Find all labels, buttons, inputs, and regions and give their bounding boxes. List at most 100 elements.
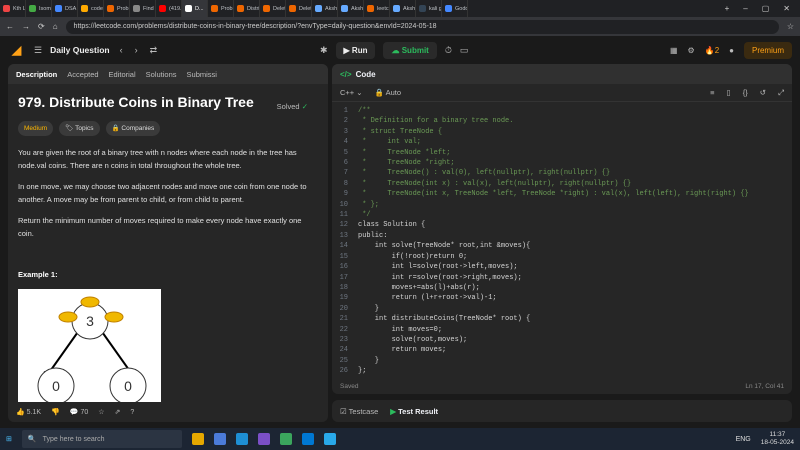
debug-icon[interactable]: ✱: [320, 45, 328, 56]
close-icon[interactable]: ✕: [783, 4, 790, 13]
code-line[interactable]: 7 * TreeNode() : val(0), left(nullptr), …: [332, 168, 792, 178]
comments-button[interactable]: 💬 70: [70, 408, 88, 416]
tab-editorial[interactable]: Editorial: [109, 70, 136, 79]
code-line[interactable]: 20 }: [332, 304, 792, 314]
shuffle-icon[interactable]: ⇄: [150, 45, 158, 56]
language-indicator[interactable]: ENG: [736, 436, 751, 443]
code-line[interactable]: 13 public:: [332, 231, 792, 241]
tab-test-result[interactable]: ▶ Test Result: [390, 407, 438, 416]
explorer-icon[interactable]: [191, 433, 204, 445]
tab-submissions[interactable]: Submissi: [187, 70, 217, 79]
code-line[interactable]: 11 */: [332, 210, 792, 220]
code-line[interactable]: 26};: [332, 366, 792, 376]
minimize-icon[interactable]: –: [743, 4, 747, 13]
browser-tab[interactable]: Find ...: [130, 0, 156, 17]
daily-question-link[interactable]: Daily Question: [50, 45, 110, 55]
vscode-icon[interactable]: [301, 433, 314, 445]
code-line[interactable]: 25 }: [332, 356, 792, 366]
leetcode-logo-icon[interactable]: ◢: [12, 43, 24, 57]
code-line[interactable]: 17 int r=solve(root->right,moves);: [332, 273, 792, 283]
windows-start-icon[interactable]: ⊞: [6, 435, 12, 443]
like-button[interactable]: 👍 5.1K: [16, 408, 41, 416]
telegram-icon[interactable]: [323, 433, 336, 445]
browser-tab[interactable]: (419...: [156, 0, 182, 17]
dislike-icon[interactable]: 👎: [51, 408, 60, 416]
code-line[interactable]: 23 solve(root,moves);: [332, 335, 792, 345]
code-line[interactable]: 14 int solve(TreeNode* root,int &moves){: [332, 241, 792, 251]
code-line[interactable]: 9 * TreeNode(int x, TreeNode *left, Tree…: [332, 189, 792, 199]
topics-tag[interactable]: 🏷 Topics: [59, 121, 100, 136]
premium-button[interactable]: Premium: [743, 41, 792, 59]
code-line[interactable]: 16 int l=solve(root->left,moves);: [332, 262, 792, 272]
code-line[interactable]: 10 * };: [332, 200, 792, 210]
browser-tab[interactable]: leetc...: [364, 0, 390, 17]
star-icon[interactable]: ☆: [787, 22, 794, 31]
browser-tab[interactable]: Probl...: [208, 0, 234, 17]
reload-icon[interactable]: ⟳: [38, 22, 45, 31]
code-line[interactable]: 3 * struct TreeNode {: [332, 127, 792, 137]
code-line[interactable]: 6 * TreeNode *right;: [332, 158, 792, 168]
list-icon[interactable]: ☰: [34, 45, 42, 56]
code-line[interactable]: 2 * Definition for a binary tree node.: [332, 116, 792, 126]
tab-accepted[interactable]: Accepted: [67, 70, 98, 79]
code-line[interactable]: 4 * int val;: [332, 137, 792, 147]
tab-testcase[interactable]: ☑ Testcase: [340, 407, 378, 416]
run-button[interactable]: ▶ Run: [335, 41, 376, 59]
bookmark-icon[interactable]: ▯: [727, 88, 731, 97]
clock[interactable]: 11:37 18-05-2024: [761, 431, 794, 447]
new-tab-icon[interactable]: +: [725, 4, 730, 13]
prev-problem-icon[interactable]: ‹: [120, 45, 123, 56]
code-line[interactable]: 5 * TreeNode *left;: [332, 148, 792, 158]
code-line[interactable]: 19 return (l+r+root->val)-1;: [332, 293, 792, 303]
browser-tab[interactable]: Aksh...: [312, 0, 338, 17]
layout-icon[interactable]: ▦: [670, 46, 678, 55]
tab-solutions[interactable]: Solutions: [146, 70, 177, 79]
streak-icon[interactable]: 🔥2: [705, 46, 719, 55]
chrome-icon[interactable]: [279, 433, 292, 445]
code-line[interactable]: 18 moves+=abs(l)+abs(r);: [332, 283, 792, 293]
code-line[interactable]: 1 /**: [332, 106, 792, 116]
timer-icon[interactable]: ⏱: [445, 45, 452, 56]
browser-tab[interactable]: Probl...: [104, 0, 130, 17]
code-line[interactable]: 21 int distributeCoins(TreeNode* root) {: [332, 314, 792, 324]
code-line[interactable]: 22 int moves=0;: [332, 325, 792, 335]
next-problem-icon[interactable]: ›: [135, 45, 138, 56]
browser-tab[interactable]: Aksh...: [390, 0, 416, 17]
browser-tab[interactable]: Godd...: [442, 0, 468, 17]
favorite-icon[interactable]: ☆: [98, 408, 104, 416]
vs-icon[interactable]: [257, 433, 270, 445]
code-editor[interactable]: 1/** 2 * Definition for a binary tree nod…: [332, 102, 792, 377]
help-icon[interactable]: ?: [130, 409, 134, 416]
format-icon[interactable]: ≡: [710, 88, 714, 97]
maximize-icon[interactable]: ▢: [762, 4, 770, 13]
edge-icon[interactable]: [235, 433, 248, 445]
notes-icon[interactable]: ▭: [460, 45, 469, 56]
reset-icon[interactable]: ↺: [760, 88, 766, 97]
browser-tab[interactable]: Delet...: [260, 0, 286, 17]
language-select[interactable]: C++ ⌄: [340, 88, 363, 97]
code-line[interactable]: 12 class Solution {: [332, 220, 792, 230]
home-icon[interactable]: ⌂: [53, 22, 58, 31]
difficulty-tag[interactable]: Medium: [18, 121, 54, 136]
browser-tab[interactable]: Delet...: [286, 0, 312, 17]
browser-tab[interactable]: Aksh...: [338, 0, 364, 17]
app-icon[interactable]: [213, 433, 226, 445]
browser-tab[interactable]: D...: [182, 0, 208, 17]
browser-tab[interactable]: kali g...: [416, 0, 442, 17]
code-line[interactable]: 8 * TreeNode(int x) : val(x), left(nullp…: [332, 179, 792, 189]
submit-button[interactable]: ☁ Submit: [383, 41, 437, 59]
fullscreen-icon[interactable]: ⤢: [778, 88, 784, 98]
code-line[interactable]: 15 if(!root)return 0;: [332, 252, 792, 262]
code-line[interactable]: 24 return moves;: [332, 345, 792, 355]
braces-icon[interactable]: {}: [743, 88, 748, 97]
browser-tab[interactable]: Distri...: [234, 0, 260, 17]
share-icon[interactable]: ⇗: [115, 408, 121, 416]
browser-tab[interactable]: Isom...: [26, 0, 52, 17]
companies-tag[interactable]: 🔒 Companies: [105, 121, 161, 136]
url-field[interactable]: https://leetcode.com/problems/distribute…: [65, 19, 779, 34]
tab-description[interactable]: Description: [16, 70, 57, 79]
browser-tab[interactable]: codef...: [78, 0, 104, 17]
taskbar-search[interactable]: 🔍 Type here to search: [21, 430, 182, 448]
avatar[interactable]: ●: [729, 46, 734, 55]
autocomplete-toggle[interactable]: 🔒 Auto: [375, 88, 401, 97]
